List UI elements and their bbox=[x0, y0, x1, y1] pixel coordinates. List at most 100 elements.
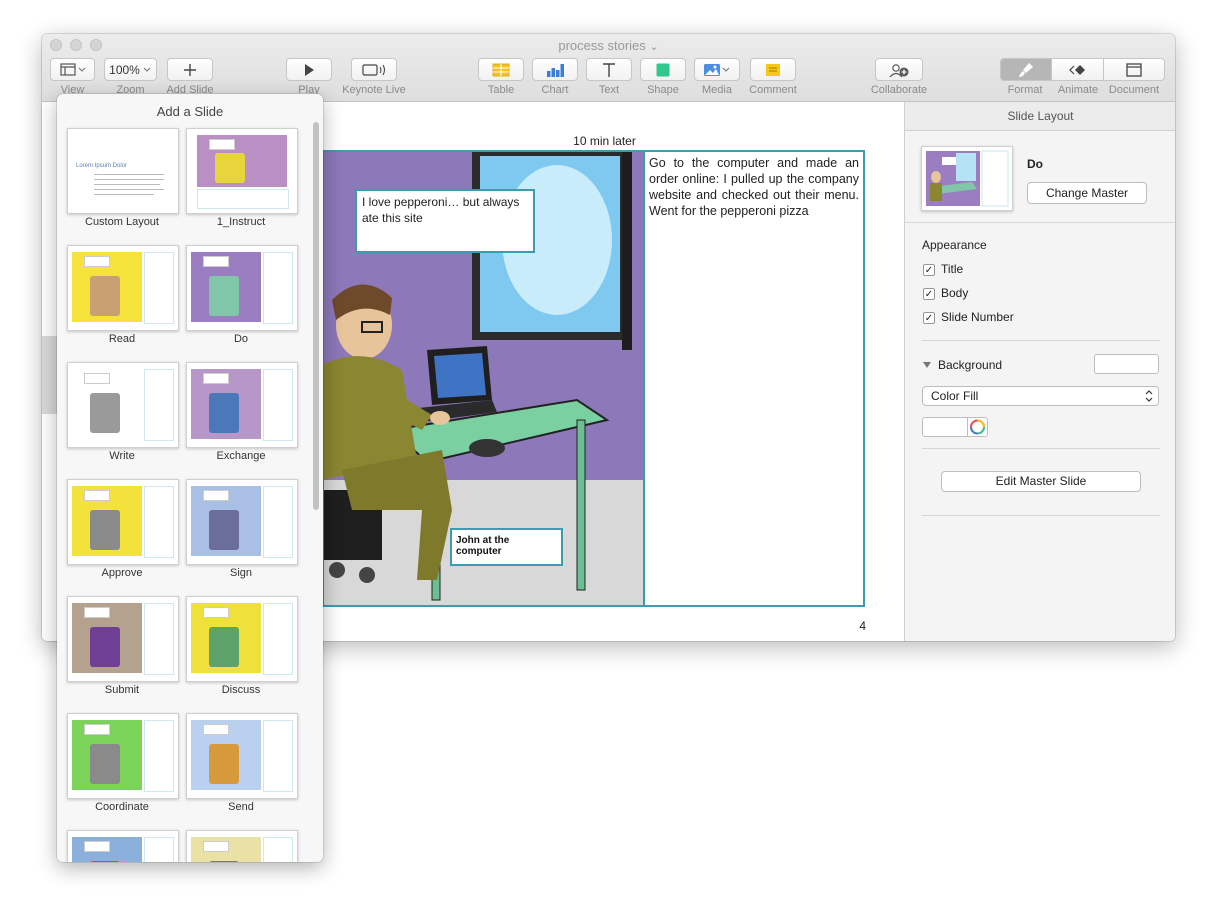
caption-box[interactable]: John at the computer bbox=[450, 528, 563, 566]
zoom-select[interactable]: 100% bbox=[104, 58, 157, 81]
chevron-down-icon bbox=[143, 67, 151, 72]
shape-icon bbox=[656, 63, 670, 76]
thumb-figure bbox=[90, 627, 120, 667]
thumb-bubble bbox=[84, 373, 110, 384]
keynote-live-icon bbox=[362, 63, 386, 76]
keynote-live-button[interactable] bbox=[351, 58, 397, 81]
thumb-text-area bbox=[263, 720, 293, 792]
divider bbox=[922, 515, 1160, 516]
layout-label: 1_Instruct bbox=[216, 216, 266, 228]
text-button[interactable] bbox=[586, 58, 632, 81]
comment-button[interactable] bbox=[750, 58, 796, 81]
window-title[interactable]: process stories ⌄ bbox=[42, 38, 1175, 53]
layout-label: Read bbox=[108, 333, 136, 345]
window-title-text: process stories bbox=[558, 38, 646, 53]
popover-title: Add a Slide bbox=[156, 104, 224, 119]
chart-label: Chart bbox=[541, 84, 569, 96]
thumb-figure bbox=[90, 393, 120, 433]
shape-button[interactable] bbox=[640, 58, 686, 81]
edit-master-slide-button[interactable]: Edit Master Slide bbox=[941, 471, 1141, 492]
thumb-text-area bbox=[144, 837, 174, 862]
thumb-bubble bbox=[203, 490, 229, 501]
body-checkbox[interactable]: ✓ bbox=[923, 288, 935, 300]
layout-thumbnail[interactable] bbox=[186, 830, 298, 862]
do-layout-preview bbox=[926, 150, 1009, 207]
slide-number-checkbox-label: Slide Number bbox=[941, 310, 1014, 324]
thumb-figure bbox=[90, 744, 120, 784]
layout-thumbnail[interactable] bbox=[186, 128, 298, 214]
slide-header-text[interactable]: 10 min later bbox=[562, 133, 647, 149]
collaborate-icon bbox=[889, 63, 909, 77]
layout-thumbnail[interactable] bbox=[67, 362, 179, 448]
body-text: Go to the computer and made an order onl… bbox=[649, 156, 859, 218]
document-tab[interactable] bbox=[1103, 58, 1165, 81]
caption-text: John at the computer bbox=[456, 535, 510, 557]
scrollbar-thumb[interactable] bbox=[313, 122, 319, 510]
thumb-figure bbox=[90, 276, 120, 316]
format-tab[interactable] bbox=[1000, 58, 1052, 81]
speech-bubble[interactable]: I love pepperoni… but always ate this si… bbox=[355, 189, 535, 253]
layout-thumbnail[interactable] bbox=[186, 245, 298, 331]
title-checkbox-label: Title bbox=[941, 262, 964, 276]
layout-thumbnail[interactable] bbox=[67, 245, 179, 331]
thumb-text-area bbox=[197, 189, 289, 209]
layout-thumbnail[interactable]: Lorem Ipsum Dolor bbox=[67, 128, 179, 214]
title-checkbox[interactable]: ✓ bbox=[923, 264, 935, 276]
animate-icon bbox=[1068, 64, 1085, 75]
thumb-text-area bbox=[263, 252, 293, 324]
fill-type-select[interactable]: Color Fill bbox=[922, 386, 1159, 406]
body-text-box[interactable]: Go to the computer and made an order onl… bbox=[643, 150, 865, 607]
divider bbox=[922, 448, 1160, 449]
table-label: Table bbox=[487, 84, 515, 96]
play-icon bbox=[305, 63, 314, 76]
chart-button[interactable] bbox=[532, 58, 578, 81]
thumb-text-area bbox=[144, 252, 174, 324]
thumb-text-area bbox=[144, 603, 174, 675]
thumb-bubble bbox=[203, 256, 229, 267]
layout-thumbnail[interactable] bbox=[67, 713, 179, 799]
thumb-figure bbox=[90, 861, 120, 862]
layout-thumbnail[interactable] bbox=[186, 596, 298, 682]
updown-chevron-icon bbox=[1145, 390, 1153, 402]
thumb-figure bbox=[209, 627, 239, 667]
layout-thumbnail[interactable] bbox=[186, 479, 298, 565]
layout-thumbnail[interactable] bbox=[67, 479, 179, 565]
collaborate-button[interactable] bbox=[875, 58, 923, 81]
table-button[interactable] bbox=[478, 58, 524, 81]
text-icon bbox=[603, 62, 615, 77]
view-button[interactable] bbox=[50, 58, 95, 81]
navigator-selected-row[interactable] bbox=[42, 336, 57, 414]
thumb-bubble bbox=[203, 373, 229, 384]
slide-number-checkbox[interactable]: ✓ bbox=[923, 312, 935, 324]
media-button[interactable] bbox=[694, 58, 740, 81]
layout-label: Send bbox=[228, 801, 254, 813]
slide-number[interactable]: 4 bbox=[854, 618, 866, 634]
background-color-well[interactable] bbox=[1094, 354, 1159, 374]
color-wheel-button[interactable] bbox=[967, 417, 988, 437]
thumb-title: Lorem Ipsum Dolor bbox=[76, 163, 128, 169]
thumb-text-line bbox=[94, 194, 154, 195]
layout-thumbnail[interactable] bbox=[921, 146, 1013, 211]
layout-thumbnail[interactable] bbox=[186, 713, 298, 799]
keynote-live-label: Keynote Live bbox=[342, 84, 406, 96]
thumb-bubble bbox=[84, 607, 110, 618]
divider bbox=[905, 222, 1175, 223]
bar-chart-icon bbox=[547, 63, 564, 77]
animate-tab[interactable] bbox=[1051, 58, 1104, 81]
fill-color-well[interactable] bbox=[922, 417, 968, 437]
background-heading: Background bbox=[938, 358, 1003, 372]
play-button[interactable] bbox=[286, 58, 332, 81]
thumb-text-area bbox=[263, 369, 293, 441]
illustration-image[interactable]: I love pepperoni… but always ate this si… bbox=[322, 150, 645, 607]
layout-thumbnail[interactable] bbox=[67, 830, 179, 862]
thumb-text-area bbox=[144, 720, 174, 792]
thumb-text-area bbox=[263, 603, 293, 675]
add-slide-button[interactable] bbox=[167, 58, 213, 81]
divider bbox=[922, 340, 1160, 341]
disclosure-triangle-icon[interactable] bbox=[922, 360, 932, 370]
body-checkbox-label: Body bbox=[941, 286, 969, 300]
layout-name: Do bbox=[1027, 157, 1043, 171]
change-master-button[interactable]: Change Master bbox=[1027, 182, 1147, 204]
layout-thumbnail[interactable] bbox=[186, 362, 298, 448]
layout-thumbnail[interactable] bbox=[67, 596, 179, 682]
